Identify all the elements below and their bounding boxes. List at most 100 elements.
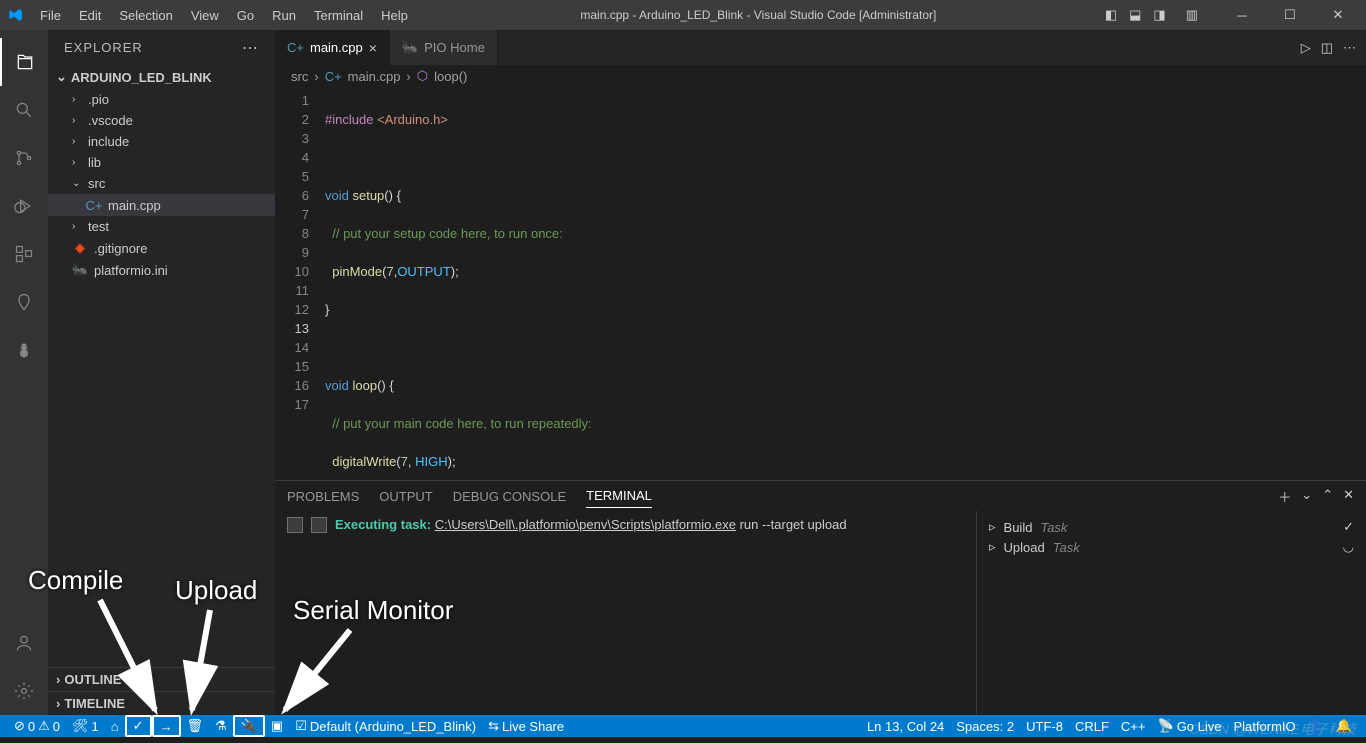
tab-close-icon[interactable]: × xyxy=(369,40,377,56)
panel-close-icon[interactable]: ✕ xyxy=(1343,487,1354,506)
layout-left-icon[interactable]: ◧ xyxy=(1101,5,1121,25)
sb-platformio[interactable]: PlatformIO xyxy=(1228,715,1302,737)
task-icon: ▹ xyxy=(989,539,996,555)
extensions-icon[interactable] xyxy=(0,230,48,278)
account-icon[interactable] xyxy=(0,619,48,667)
sb-terminal-icon[interactable]: ▣ xyxy=(265,715,289,737)
search-icon[interactable] xyxy=(0,86,48,134)
sb-cursor-pos[interactable]: Ln 13, Col 24 xyxy=(861,715,950,737)
editor: C+main.cpp× 🐜PIO Home ▷ ◫ ⋯ src› C+main.… xyxy=(275,30,1366,715)
tab-debug-console[interactable]: DEBUG CONSOLE xyxy=(453,485,566,508)
menu-terminal[interactable]: Terminal xyxy=(306,4,371,27)
sb-bell-icon[interactable]: 🔔 xyxy=(1330,715,1358,737)
tab-main-cpp[interactable]: C+main.cpp× xyxy=(275,30,390,65)
cpp-icon: C+ xyxy=(86,197,102,213)
folder-lib[interactable]: ›lib xyxy=(48,152,275,173)
folder-include[interactable]: ›include xyxy=(48,131,275,152)
layout-bottom-icon[interactable]: ⬓ xyxy=(1125,5,1145,25)
terminal-btn1[interactable] xyxy=(287,517,303,533)
explorer-icon[interactable] xyxy=(0,38,48,86)
explorer-title: EXPLORER xyxy=(64,40,143,55)
layout-grid-icon[interactable]: ▥ xyxy=(1182,5,1202,25)
settings-icon[interactable] xyxy=(0,667,48,715)
sb-golive[interactable]: 📡 Go Live xyxy=(1152,715,1228,737)
vscode-icon xyxy=(8,7,24,23)
cpp-icon: C+ xyxy=(287,40,304,55)
terminal-content[interactable]: Executing task: C:\Users\Dell\.platformi… xyxy=(275,511,976,715)
menu-view[interactable]: View xyxy=(183,4,227,27)
new-terminal-icon[interactable]: ＋ xyxy=(1278,487,1291,506)
sb-spaces[interactable]: Spaces: 2 xyxy=(950,715,1020,737)
panel-maximize-icon[interactable]: ⌃ xyxy=(1322,487,1333,506)
tab-pio-home[interactable]: 🐜PIO Home xyxy=(390,30,498,65)
sb-project-env[interactable]: ☑ Default (Arduino_LED_Blink) xyxy=(289,715,482,737)
sb-liveshare[interactable]: ⇆ Live Share xyxy=(482,715,570,737)
menu-selection[interactable]: Selection xyxy=(111,4,180,27)
sb-test-icon[interactable]: ⚗ xyxy=(209,715,233,737)
code-area[interactable]: 1234567891011121314151617 #include <Ardu… xyxy=(275,87,1366,480)
git-icon: ◆ xyxy=(72,240,88,256)
menu-help[interactable]: Help xyxy=(373,4,416,27)
sb-lang[interactable]: C++ xyxy=(1115,715,1152,737)
file-platformio-ini[interactable]: 🐜platformio.ini xyxy=(48,259,275,281)
file-gitignore[interactable]: ◆.gitignore xyxy=(48,237,275,259)
file-tree: ⌄ARDUINO_LED_BLINK ›.pio ›.vscode ›inclu… xyxy=(48,65,275,667)
sb-trash-icon[interactable]: 🗑 xyxy=(181,715,210,737)
task-icon: ▹ xyxy=(989,519,996,535)
tab-output[interactable]: OUTPUT xyxy=(379,485,432,508)
menu-edit[interactable]: Edit xyxy=(71,4,109,27)
sidebar-more-icon[interactable]: ⋯ xyxy=(242,38,259,58)
sb-eol[interactable]: CRLF xyxy=(1069,715,1115,737)
editor-tabs: C+main.cpp× 🐜PIO Home ▷ ◫ ⋯ xyxy=(275,30,1366,65)
menu-file[interactable]: File xyxy=(32,4,69,27)
terminal-btn2[interactable] xyxy=(311,517,327,533)
tab-terminal[interactable]: TERMINAL xyxy=(586,484,652,508)
statusbar: ⊘0 ⚠0 🛠1 ⌂ ✓ → 🗑 ⚗ 🔌 ▣ ☑ Default (Arduin… xyxy=(0,715,1366,737)
main-menu: File Edit Selection View Go Run Terminal… xyxy=(32,4,416,27)
sb-tools[interactable]: 🛠1 xyxy=(66,715,105,737)
sb-person-icon[interactable]: 👤 xyxy=(1302,715,1330,737)
terminal-dropdown-icon[interactable]: ⌄ xyxy=(1301,487,1312,506)
source-control-icon[interactable] xyxy=(0,134,48,182)
activitybar xyxy=(0,30,48,715)
folder-pio[interactable]: ›.pio xyxy=(48,89,275,110)
platformio-icon[interactable] xyxy=(0,278,48,326)
layout-controls: ◧ ⬓ ◨ ▥ xyxy=(1101,5,1202,25)
split-icon[interactable]: ◫ xyxy=(1321,40,1333,56)
maximize-icon[interactable]: ☐ xyxy=(1270,7,1310,23)
sb-build-icon[interactable]: ✓ xyxy=(125,715,152,737)
panel-tabs: PROBLEMS OUTPUT DEBUG CONSOLE TERMINAL ＋… xyxy=(275,481,1366,511)
close-icon[interactable]: ✕ xyxy=(1318,7,1358,23)
task-upload[interactable]: ▹ Upload Task ◡ xyxy=(989,537,1354,557)
platformio-ant-icon[interactable] xyxy=(0,326,48,374)
sb-upload-icon[interactable]: → xyxy=(152,715,181,737)
check-icon: ✓ xyxy=(1343,519,1354,535)
task-build[interactable]: ▹ Build Task ✓ xyxy=(989,517,1354,537)
sb-errors[interactable]: ⊘0 ⚠0 xyxy=(8,715,66,737)
workspace-root[interactable]: ⌄ARDUINO_LED_BLINK xyxy=(48,65,275,89)
panel: PROBLEMS OUTPUT DEBUG CONSOLE TERMINAL ＋… xyxy=(275,480,1366,715)
outline-section[interactable]: ›OUTLINE xyxy=(48,667,275,691)
sidebar: EXPLORER ⋯ ⌄ARDUINO_LED_BLINK ›.pio ›.vs… xyxy=(48,30,275,715)
tab-problems[interactable]: PROBLEMS xyxy=(287,485,359,508)
folder-vscode[interactable]: ›.vscode xyxy=(48,110,275,131)
debug-icon[interactable] xyxy=(0,182,48,230)
timeline-section[interactable]: ›TIMELINE xyxy=(48,691,275,715)
breadcrumb[interactable]: src› C+main.cpp› ⬡loop() xyxy=(275,65,1366,87)
run-icon[interactable]: ▷ xyxy=(1301,40,1311,56)
sb-serial-monitor-icon[interactable]: 🔌 xyxy=(233,715,265,737)
folder-src[interactable]: ⌄src xyxy=(48,173,275,194)
code-content[interactable]: #include <Arduino.h> void setup() { // p… xyxy=(325,87,1366,480)
menu-go[interactable]: Go xyxy=(229,4,262,27)
minimize-icon[interactable]: ─ xyxy=(1222,8,1262,23)
more-icon[interactable]: ⋯ xyxy=(1343,40,1356,56)
tab-actions: ▷ ◫ ⋯ xyxy=(1301,30,1366,65)
sidebar-header: EXPLORER ⋯ xyxy=(48,30,275,65)
sb-encoding[interactable]: UTF-8 xyxy=(1020,715,1069,737)
titlebar: File Edit Selection View Go Run Terminal… xyxy=(0,0,1366,30)
sb-home-icon[interactable]: ⌂ xyxy=(105,715,125,737)
file-main-cpp[interactable]: C+main.cpp xyxy=(48,194,275,216)
folder-test[interactable]: ›test xyxy=(48,216,275,237)
layout-right-icon[interactable]: ◨ xyxy=(1149,5,1169,25)
menu-run[interactable]: Run xyxy=(264,4,304,27)
